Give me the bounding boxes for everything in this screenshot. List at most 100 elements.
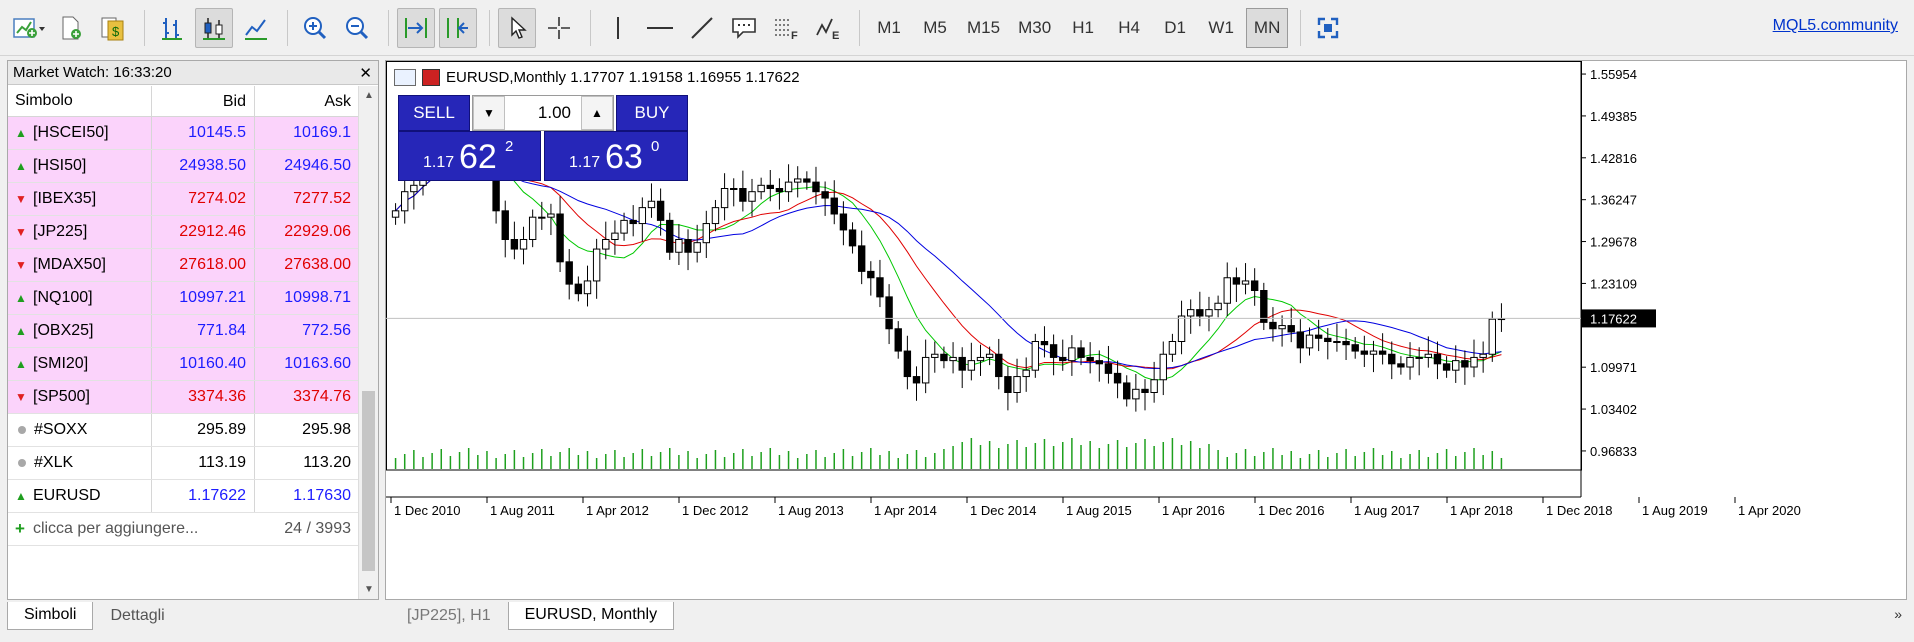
market-watch-table: Simbolo Bid Ask ▲ [HSCEI50] 10145.5 10169.1… [8,86,359,546]
add-symbol-cell[interactable]: + clicca per aggiungere... [8,513,255,545]
table-row[interactable]: ▲ [HSI50] 24938.50 24946.50 [8,150,359,183]
candle-body [656,200,665,221]
symbol-name: [HSI50] [33,157,87,174]
timeframe-w1-button[interactable]: W1 [1200,8,1242,48]
timeframe-m5-button[interactable]: M5 [914,8,956,48]
candle-body [1186,309,1195,317]
timeframe-h4-button[interactable]: H4 [1108,8,1150,48]
ask-cell: 295.98 [302,421,351,438]
scrollbar-thumb[interactable] [362,391,375,571]
market-watch-scrollbar[interactable]: ▲ ▼ [358,86,378,599]
candle-body [620,219,628,234]
bid-cell: 113.19 [152,447,255,479]
one-click-trading-panel: SELL ▼ 1.00 ▲ BUY 1.17 62 2 1.17 63 0 [398,95,688,181]
candle-body [894,328,902,352]
symbol-cell: ▲ [SMI20] [8,348,152,380]
scroll-up-icon[interactable]: ▲ [364,90,374,101]
close-icon[interactable]: ✕ [359,64,372,82]
column-header-ask[interactable]: Ask [255,86,359,116]
chart-tab[interactable]: [JP225], H1 [390,602,508,630]
symbol-cell: ▲ [HSCEI50] [8,117,152,149]
sell-price[interactable]: 1.17 62 2 [398,131,541,181]
tab-simboli[interactable]: Simboli [7,602,94,630]
candle-body [1104,363,1113,374]
candlestick-icon[interactable] [195,7,233,48]
table-row[interactable]: ▼ [JP225] 22912.46 22929.06 [8,216,359,249]
new-profile-icon[interactable] [52,8,90,48]
candle-body [1205,309,1213,317]
buy-price[interactable]: 1.17 63 0 [544,131,688,181]
candle-body [1168,341,1177,355]
timeframe-m30-button[interactable]: M30 [1011,8,1058,48]
table-row[interactable]: ▲ [NQ100] 10997.21 10998.71 [8,282,359,315]
add-symbol-row[interactable]: + clicca per aggiungere... 24 / 3993 [8,513,359,546]
timeframe-h1-button[interactable]: H1 [1062,8,1104,48]
elliott-icon[interactable]: E [809,8,847,48]
candle-body [501,210,509,240]
separator [489,9,490,46]
table-row[interactable]: ▼ [IBEX35] 7274.02 7277.52 [8,183,359,216]
bid-cell: 22912.46 [152,216,255,248]
candle-body [903,350,912,378]
timeframe-mn-button[interactable]: MN [1246,7,1289,48]
symbol-name: [OBX25] [33,322,94,339]
timeframe-m15-button[interactable]: M15 [960,8,1007,48]
candle-body [921,356,930,384]
table-row[interactable]: ▼ [MDAX50] 27618.00 27638.00 [8,249,359,282]
lot-increase-icon[interactable]: ▲ [581,96,613,130]
chart-symbol-icon [422,69,440,86]
column-header-symbol[interactable]: Simbolo [8,86,152,116]
horizontal-line-icon[interactable] [641,8,679,48]
table-row[interactable]: ▲ EURUSD 1.17622 1.17630 [8,480,359,513]
ask-cell: 3374.76 [293,388,351,405]
column-header-bid[interactable]: Bid [152,86,255,116]
table-row[interactable]: ▲ [OBX25] 771.84 772.56 [8,315,359,348]
cursor-icon[interactable] [498,7,536,48]
candle-body [565,261,573,285]
chart-tab[interactable]: EURUSD, Monthly [507,602,675,630]
table-row[interactable]: ▼ [SP500] 3374.36 3374.76 [8,381,359,414]
sell-button[interactable]: SELL [398,95,470,131]
market-watch-icon[interactable]: $ [94,8,132,48]
table-row[interactable]: ▲ [HSCEI50] 10145.5 10169.1 [8,117,359,150]
fullscreen-icon[interactable] [1309,8,1347,48]
timeframe-m1-button[interactable]: M1 [868,8,910,48]
timeframe-d1-button[interactable]: D1 [1154,8,1196,48]
scroll-down-icon[interactable]: ▼ [364,584,374,595]
table-row[interactable]: #XLK 113.19 113.20 [8,447,359,480]
table-row[interactable]: ▲ [SMI20] 10160.40 10163.60 [8,348,359,381]
sell-price-big: 62 [459,138,497,176]
lot-decrease-icon[interactable]: ▼ [473,96,505,130]
symbol-cell: ▼ [MDAX50] [8,249,152,281]
neutral-dot-icon [18,426,26,434]
candle-body [1141,388,1149,393]
fibonacci-icon[interactable]: F [767,8,805,48]
new-chart-icon[interactable] [10,8,48,48]
mql5-community-link[interactable]: MQL5.community [1773,17,1898,35]
text-label-icon[interactable] [725,8,763,48]
tab-dettagli[interactable]: Dettagli [93,602,181,630]
zoom-in-icon[interactable] [296,8,334,48]
zoom-out-icon[interactable] [338,8,376,48]
trendline-icon[interactable] [683,8,721,48]
bar-chart-icon[interactable] [153,8,191,48]
ask-cell: 10998.71 [284,289,351,306]
line-chart-icon[interactable] [237,8,275,48]
symbol-name: EURUSD [33,487,101,504]
candle-body [812,181,820,193]
vertical-line-icon[interactable] [599,8,637,48]
tabs-scroll-icon[interactable]: » [1894,606,1902,622]
chart-window[interactable]: 1.55954 1.49385 1.42816 1.36247 1.29678 1.231… [385,60,1907,600]
chart-shift-icon[interactable] [439,7,477,48]
lot-size-value[interactable]: 1.00 [505,96,581,130]
candle-body [519,239,528,250]
market-watch-panel: Market Watch: 16:33:20 ✕ Simbolo Bid Ask… [7,60,379,600]
candle-body [684,239,692,253]
auto-scroll-icon[interactable] [397,7,435,48]
buy-button[interactable]: BUY [616,95,688,131]
table-row[interactable]: #SOXX 295.89 295.98 [8,414,359,447]
candle-body [1013,376,1021,393]
crosshair-icon[interactable] [540,8,578,48]
chart-tabs: [JP225], H1 EURUSD, Monthly [390,602,675,630]
candle-body [1077,347,1085,358]
